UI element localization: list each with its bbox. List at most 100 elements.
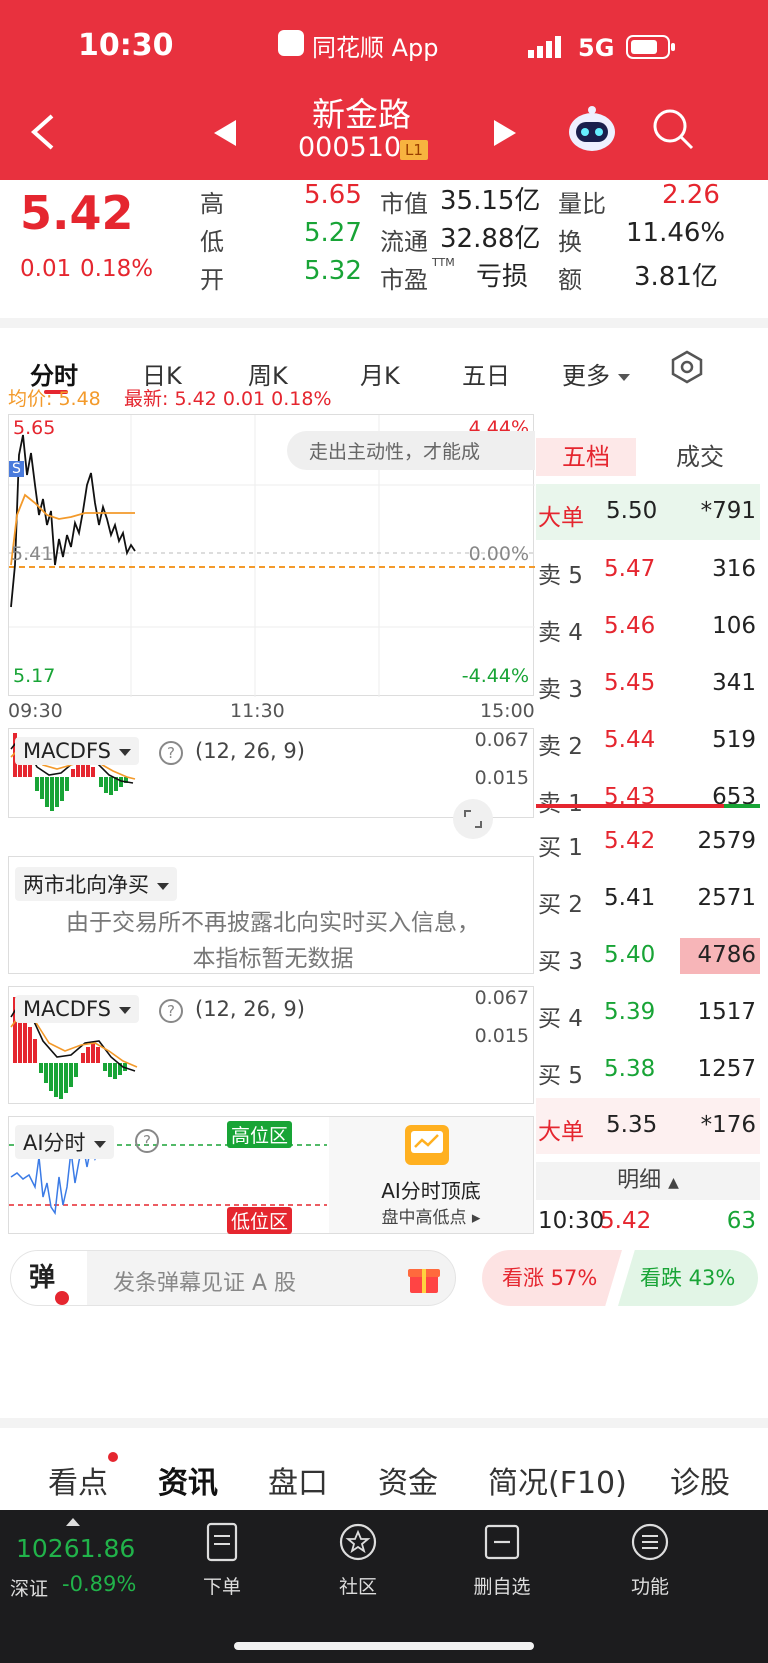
ai-chart-icon xyxy=(405,1125,449,1165)
bear-label: 看跌 43% xyxy=(640,1266,736,1290)
bull-label: 看涨 57% xyxy=(502,1266,598,1290)
macd-panel-1[interactable]: MACDFS ? (12, 26, 9) 0.067 0.015 xyxy=(8,728,534,839)
settings-hexagon-icon[interactable] xyxy=(670,350,704,388)
ai-indicator-dropdown[interactable]: AI分时 xyxy=(15,1125,114,1159)
bid-row[interactable]: 买 3 5.40 4786 xyxy=(536,928,760,984)
ask-row[interactable]: 卖 2 5.44 519 xyxy=(536,713,760,769)
ask-price: 5.47 xyxy=(604,556,656,582)
gift-icon[interactable] xyxy=(407,1261,441,1299)
chevron-down-icon xyxy=(93,1140,106,1148)
battery-icon xyxy=(626,34,676,64)
ai-promo-subtitle: 盘中高低点 ▸ xyxy=(329,1203,533,1228)
signal-icon xyxy=(528,36,564,58)
bid-row[interactable]: 买 1 5.42 2579 xyxy=(536,814,760,870)
macd-params-2: (12, 26, 9) xyxy=(195,997,305,1021)
chevron-down-icon xyxy=(119,1006,131,1014)
order-button[interactable]: 下单 xyxy=(172,1520,272,1599)
last-trade-row: 10:30 5.42 63 xyxy=(536,1202,760,1242)
bid-price: 5.39 xyxy=(604,999,656,1025)
expand-icon[interactable] xyxy=(453,799,493,839)
ask-price: 5.46 xyxy=(604,613,656,639)
macd-indicator-dropdown-1[interactable]: MACDFS xyxy=(15,737,139,765)
tab-highlights[interactable]: 看点 xyxy=(48,1458,108,1502)
bull-button[interactable]: 看涨 57% xyxy=(482,1250,622,1306)
turnover-label: 换 xyxy=(558,228,582,256)
index-ticker[interactable]: 10261.86 深证 -0.89% xyxy=(10,1518,160,1608)
order-label: 下单 xyxy=(202,1576,241,1598)
danmu-input[interactable]: 弹 发条弹幕见证 A 股 xyxy=(10,1250,456,1306)
menu-circle-icon xyxy=(631,1523,669,1561)
ai-name: AI分时 xyxy=(23,1131,86,1155)
last-trade-time: 10:30 xyxy=(538,1208,605,1234)
check-icon xyxy=(55,1291,69,1305)
bid-row[interactable]: 买 2 5.41 2571 xyxy=(536,871,760,927)
low-label: 低 xyxy=(200,228,224,256)
remove-watchlist-button[interactable]: 删自选 xyxy=(452,1520,552,1599)
bid-level-label: 买 3 xyxy=(538,949,583,975)
big-sell-row[interactable]: 大单 5.50 *791 xyxy=(536,484,760,540)
tab-more[interactable]: 更多 xyxy=(562,356,630,391)
stock-code: 000510 xyxy=(298,132,402,163)
volratio-value: 2.26 xyxy=(662,180,720,210)
order-form-icon xyxy=(206,1522,238,1562)
northbound-panel[interactable]: 两市北向净买 由于交易所不再披露北向实时买入信息， 本指标暂无数据 xyxy=(8,856,534,974)
help-icon[interactable]: ? xyxy=(159,741,183,765)
tab-news[interactable]: 资讯 xyxy=(158,1458,218,1502)
tab-diagnosis[interactable]: 诊股 xyxy=(670,1458,730,1502)
ai-promo-card[interactable]: AI分时顶底 盘中高低点 ▸ xyxy=(329,1117,533,1233)
ask-level-label: 卖 4 xyxy=(538,620,583,646)
intraday-chart[interactable]: 5.65 4.44% S 5.41 0.00% 5.17 -4.44% 走出主动… xyxy=(8,414,535,697)
help-icon[interactable]: ? xyxy=(135,1129,159,1153)
mid-pct-label: 0.00% xyxy=(468,543,529,565)
tab-capital[interactable]: 资金 xyxy=(378,1458,438,1502)
ai-robot-icon[interactable] xyxy=(566,104,618,158)
help-icon[interactable]: ? xyxy=(159,999,183,1023)
ai-promo-title: AI分时顶底 xyxy=(381,1179,481,1203)
back-button[interactable] xyxy=(28,112,58,156)
current-price: 5.42 xyxy=(20,186,134,240)
network-label: 5G xyxy=(578,34,615,62)
book-tab-trades[interactable]: 成交 xyxy=(640,438,760,476)
ai-intraday-panel[interactable]: AI分时 ? 高位区 低位区 AI分时顶底 盘中高低点 ▸ xyxy=(8,1116,534,1234)
latest-pct: 0.18% xyxy=(271,388,332,410)
macd-name-2: MACDFS xyxy=(23,997,111,1021)
last-trade-price: 5.42 xyxy=(600,1208,652,1234)
big-buy-row[interactable]: 大单 5.35 *176 xyxy=(536,1098,760,1154)
search-icon[interactable] xyxy=(652,108,694,154)
index-value: 10261.86 xyxy=(16,1534,136,1563)
functions-button[interactable]: 功能 xyxy=(600,1520,700,1599)
chevron-down-icon xyxy=(157,882,169,890)
bid-row[interactable]: 买 5 5.38 1257 xyxy=(536,1042,760,1098)
ask-volume: 106 xyxy=(712,613,756,639)
tab-monthly-k[interactable]: 月K xyxy=(360,356,400,391)
ask-row[interactable]: 卖 4 5.46 106 xyxy=(536,599,760,655)
tab-order-book[interactable]: 盘口 xyxy=(268,1458,328,1502)
triangle-up-icon xyxy=(66,1518,80,1526)
ask-level-label: 卖 5 xyxy=(538,563,583,589)
next-stock-button[interactable] xyxy=(492,118,518,152)
bottom-pct-label: -4.44% xyxy=(461,665,529,687)
ask-row[interactable]: 卖 3 5.45 341 xyxy=(536,656,760,712)
pe-ttm-sup: TTM xyxy=(432,256,455,269)
high-label: 高 xyxy=(200,190,224,218)
last-trade-vol: 63 xyxy=(726,1208,756,1234)
detail-button[interactable]: 明细 ▲ xyxy=(536,1162,760,1200)
community-button[interactable]: 社区 xyxy=(308,1520,408,1599)
danmu-toggle-icon[interactable]: 弹 xyxy=(11,1251,87,1305)
slogan-tooltip[interactable]: 走出主动性，才能成 xyxy=(287,431,535,470)
macd-panel-2[interactable]: MACDFS ? (12, 26, 9) 0.067 0.015 xyxy=(8,986,534,1104)
high-zone-label: 高位区 xyxy=(227,1121,293,1148)
prev-stock-button[interactable] xyxy=(212,118,238,152)
tab-five-day[interactable]: 五日 xyxy=(462,356,510,391)
bid-row[interactable]: 买 4 5.39 1517 xyxy=(536,985,760,1041)
book-tab-five-levels[interactable]: 五档 xyxy=(536,438,636,476)
northbound-dropdown[interactable]: 两市北向净买 xyxy=(15,867,177,901)
bear-button[interactable]: 看跌 43% xyxy=(618,1250,758,1306)
ai-promo-sub-text: 盘中高低点 xyxy=(381,1208,467,1228)
macd-indicator-dropdown-2[interactable]: MACDFS xyxy=(15,995,139,1023)
bid-level-label: 买 4 xyxy=(538,1006,583,1032)
detail-label: 明细 xyxy=(617,1168,662,1193)
ask-row[interactable]: 卖 5 5.47 316 xyxy=(536,542,760,598)
tab-profile-f10[interactable]: 简况(F10) xyxy=(488,1458,627,1502)
info-tabs: 看点 资讯 盘口 资金 简况(F10) 诊股 xyxy=(0,1418,768,1515)
